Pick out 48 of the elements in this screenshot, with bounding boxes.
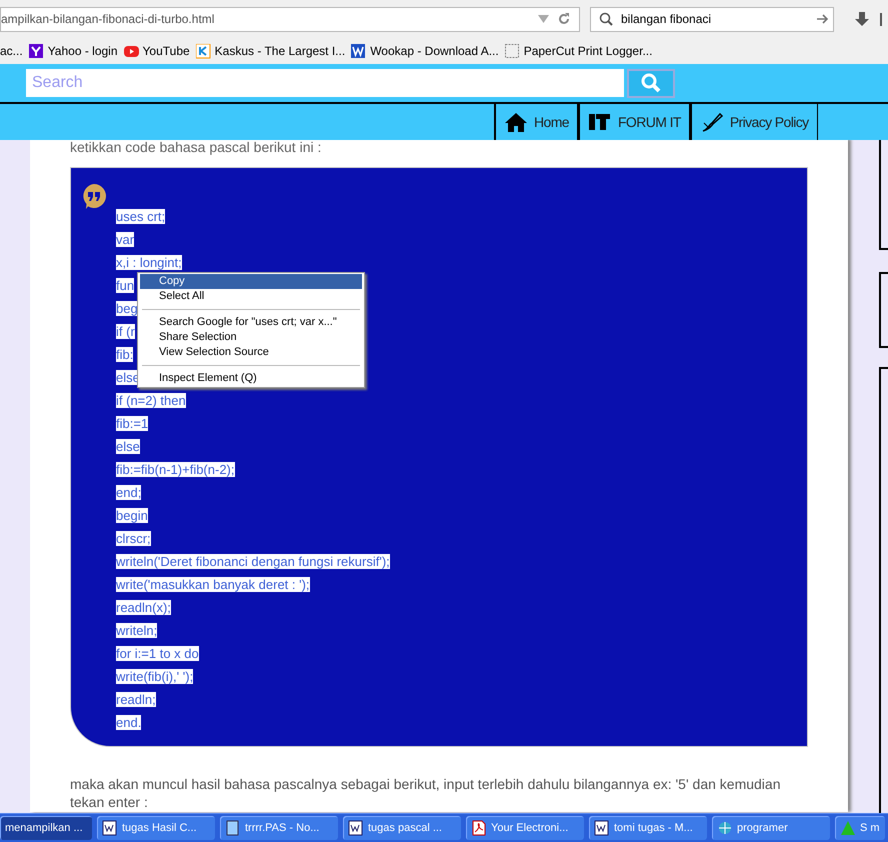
quote-icon: [82, 184, 106, 209]
bookmark-link[interactable]: ac...: [0, 42, 23, 60]
taskbar-button[interactable]: programer: [712, 816, 830, 840]
taskbar-button[interactable]: tomi tugas - M...: [589, 816, 707, 840]
menu-item[interactable]: Copy: [140, 274, 362, 289]
web-search-field[interactable]: bilangan fibonaci: [590, 6, 834, 32]
search-button[interactable]: [627, 68, 675, 98]
taskbar-button[interactable]: tugas pascal ...: [343, 816, 461, 840]
menu-item[interactable]: Share Selection: [140, 330, 362, 345]
url-text: ampilkan-bilangan-fibonaci-di-turbo.html: [1, 11, 216, 28]
download-icon[interactable]: [854, 11, 870, 27]
bookmark-link[interactable]: Yahoo - login: [28, 42, 118, 60]
taskbar-button[interactable]: menampilkan ...: [0, 816, 92, 840]
intro-text: ketikkan code bahasa pascal berikut ini :: [70, 140, 322, 155]
taskbar-button[interactable]: Your Electroni...: [466, 816, 584, 840]
it-logo-icon: [588, 111, 612, 133]
triangle-icon: [840, 820, 856, 836]
letter-y-icon: [28, 44, 44, 58]
search-text: bilangan fibonaci: [621, 11, 712, 28]
document-icon: [594, 820, 610, 836]
bookmark-link[interactable]: Kaskus - The Largest I...: [196, 42, 346, 60]
play-icon: [124, 44, 139, 58]
bookmark-link[interactable]: Wookap - Download A...: [351, 42, 499, 60]
letter-k-icon: [196, 44, 211, 58]
bookmark-link[interactable]: YouTube: [124, 42, 190, 60]
site-search-field[interactable]: Search: [26, 69, 624, 97]
notepad-icon: [225, 820, 241, 836]
url-field[interactable]: ampilkan-bilangan-fibonaci-di-turbo.html: [0, 6, 580, 32]
blank-page-icon: [504, 44, 520, 58]
menu-item[interactable]: Select All: [140, 289, 362, 304]
search-icon: [641, 73, 661, 93]
paragraph-text: maka akan muncul hasil bahasa pascalnya sebagai berikut, input terlebih dahulu bilangannya ex: '5' dan kemudian tekan enter :: [70, 775, 782, 811]
taskbar-button[interactable]: S m: [835, 816, 885, 840]
document-icon: [348, 820, 364, 836]
menu-item[interactable]: Inspect Element (Q): [140, 371, 362, 386]
pdf-icon: [471, 820, 487, 836]
document-icon: [102, 820, 118, 836]
search-icon: [599, 12, 613, 26]
go-arrow-icon[interactable]: [816, 13, 829, 25]
dropdown-icon[interactable]: [538, 15, 549, 23]
bookmark-link[interactable]: PaperCut Print Logger...: [504, 42, 652, 60]
globe-icon: [717, 820, 733, 836]
reload-icon[interactable]: [557, 12, 571, 26]
menu-item[interactable]: Search Google for "uses crt; var x...": [140, 315, 362, 330]
taskbar-button[interactable]: tugas Hasil C...: [97, 816, 215, 840]
menu-item[interactable]: View Selection Source: [140, 345, 362, 360]
letter-w-icon: [351, 44, 366, 58]
taskbar-button[interactable]: trrrr.PAS - No...: [220, 816, 338, 840]
